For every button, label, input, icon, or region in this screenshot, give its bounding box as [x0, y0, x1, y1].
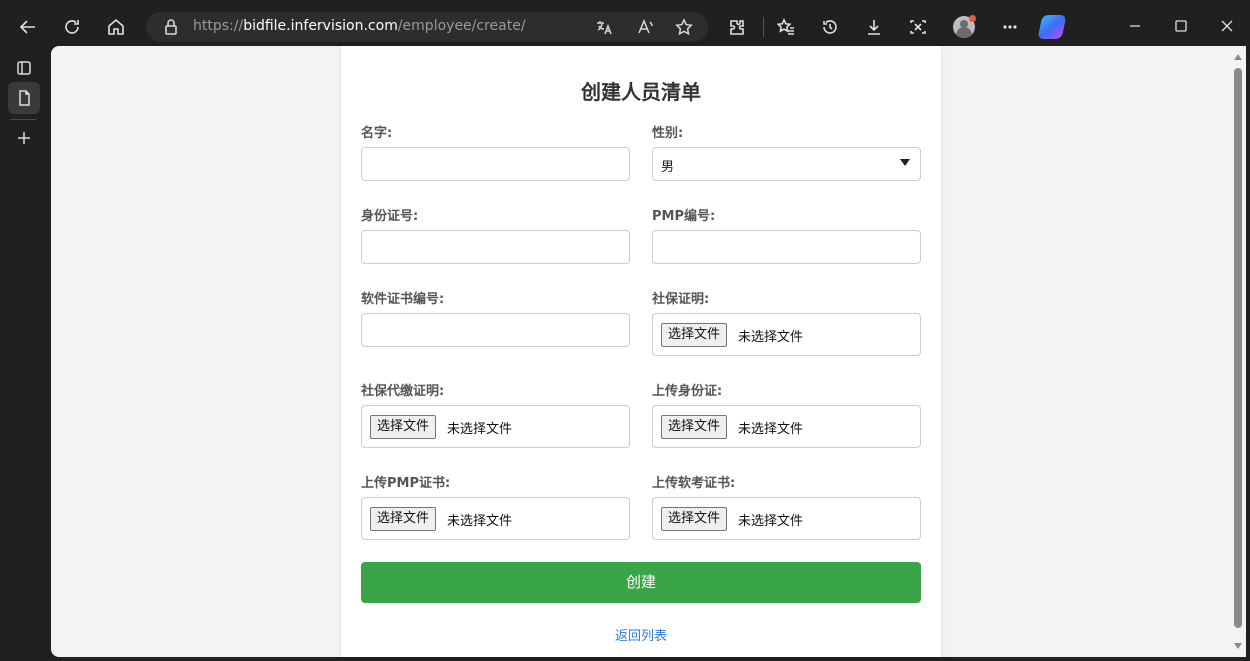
refresh-icon[interactable] — [58, 13, 86, 41]
screenshot-icon[interactable] — [904, 13, 932, 41]
choose-file-button[interactable]: 选择文件 — [661, 415, 728, 439]
maximize-icon[interactable] — [1169, 14, 1193, 38]
id-upload-file-input: 选择文件 未选择文件 — [652, 405, 921, 448]
vertical-scrollbar[interactable] — [1230, 46, 1246, 657]
chevron-down-icon — [900, 159, 910, 166]
toolbar-divider — [763, 17, 764, 37]
copilot-icon[interactable] — [1037, 15, 1067, 39]
gender-label: 性别: — [652, 126, 684, 141]
file-status: 未选择文件 — [738, 330, 804, 345]
read-aloud-icon[interactable] — [636, 18, 654, 36]
translate-icon[interactable] — [595, 18, 613, 36]
notification-dot — [969, 15, 976, 22]
page-viewport: 创建人员清单 名字: 性别: 男 身份证号: PMP编号: 软件证书编号: 社保… — [51, 46, 1246, 657]
soft-exam-upload-label: 上传软考证书: — [652, 476, 736, 491]
social-security-proof-label: 社保证明: — [652, 292, 710, 307]
gender-select[interactable]: 男 — [652, 147, 921, 181]
social-security-proof-file-input: 选择文件 未选择文件 — [652, 313, 921, 356]
pmp-number-label: PMP编号: — [652, 209, 716, 224]
page-icon[interactable] — [8, 82, 40, 114]
favorites-icon[interactable] — [772, 13, 800, 41]
lock-icon[interactable] — [162, 18, 180, 36]
favorite-icon[interactable] — [675, 18, 693, 36]
pmp-upload-file-input: 选择文件 未选择文件 — [361, 497, 630, 540]
social-security-agent-proof-file-input: 选择文件 未选择文件 — [361, 405, 630, 448]
close-icon[interactable] — [1215, 14, 1239, 38]
social-security-proof-field: 社保证明: 选择文件 未选择文件 — [652, 288, 921, 356]
scroll-up-arrow-icon[interactable] — [1234, 54, 1242, 60]
gender-selected-value: 男 — [661, 160, 675, 175]
id-number-field: 身份证号: — [361, 205, 630, 264]
soft-exam-upload-file-input: 选择文件 未选择文件 — [652, 497, 921, 540]
pmp-upload-label: 上传PMP证书: — [361, 476, 451, 491]
back-to-list-link[interactable]: 返回列表 — [341, 625, 941, 644]
soft-cert-number-field: 软件证书编号: — [361, 288, 630, 347]
gender-field: 性别: 男 — [652, 122, 921, 181]
pmp-number-field: PMP编号: — [652, 205, 921, 264]
name-input[interactable] — [361, 147, 630, 181]
social-security-agent-proof-label: 社保代缴证明: — [361, 384, 445, 399]
file-status: 未选择文件 — [447, 422, 513, 437]
create-button[interactable]: 创建 — [361, 562, 921, 603]
file-status: 未选择文件 — [447, 514, 513, 529]
url-text: https://bidfile.infervision.com/employee… — [193, 18, 526, 34]
tab-actions-icon[interactable] — [8, 52, 40, 84]
download-icon[interactable] — [860, 13, 888, 41]
scroll-down-arrow-icon[interactable] — [1234, 643, 1242, 649]
vertical-tab-sidebar — [0, 54, 46, 661]
history-icon[interactable] — [816, 13, 844, 41]
file-status: 未选择文件 — [738, 514, 804, 529]
id-number-label: 身份证号: — [361, 209, 419, 224]
id-upload-label: 上传身份证: — [652, 384, 723, 399]
soft-exam-upload-field: 上传软考证书: 选择文件 未选择文件 — [652, 472, 921, 540]
id-upload-field: 上传身份证: 选择文件 未选择文件 — [652, 380, 921, 448]
file-status: 未选择文件 — [738, 422, 804, 437]
home-icon[interactable] — [102, 13, 130, 41]
social-security-agent-proof-field: 社保代缴证明: 选择文件 未选择文件 — [361, 380, 630, 448]
extensions-icon[interactable] — [723, 13, 751, 41]
soft-cert-number-input[interactable] — [361, 313, 630, 347]
form-card: 创建人员清单 名字: 性别: 男 身份证号: PMP编号: 软件证书编号: 社保… — [341, 46, 941, 657]
choose-file-button[interactable]: 选择文件 — [661, 507, 728, 531]
choose-file-button[interactable]: 选择文件 — [370, 507, 437, 531]
address-bar[interactable]: https://bidfile.infervision.com/employee… — [146, 12, 708, 42]
new-tab-icon[interactable] — [8, 122, 40, 154]
id-number-input[interactable] — [361, 230, 630, 264]
choose-file-button[interactable]: 选择文件 — [661, 323, 728, 347]
choose-file-button[interactable]: 选择文件 — [370, 415, 437, 439]
pmp-number-input[interactable] — [652, 230, 921, 264]
scroll-thumb[interactable] — [1234, 68, 1242, 628]
back-icon[interactable] — [14, 13, 42, 41]
soft-cert-number-label: 软件证书编号: — [361, 292, 445, 307]
sidebar-divider — [10, 119, 36, 120]
page-title: 创建人员清单 — [581, 80, 701, 104]
more-icon[interactable] — [996, 13, 1024, 41]
pmp-upload-field: 上传PMP证书: 选择文件 未选择文件 — [361, 472, 630, 540]
name-field: 名字: — [361, 122, 630, 181]
minimize-icon[interactable] — [1123, 14, 1147, 38]
name-label: 名字: — [361, 126, 393, 141]
